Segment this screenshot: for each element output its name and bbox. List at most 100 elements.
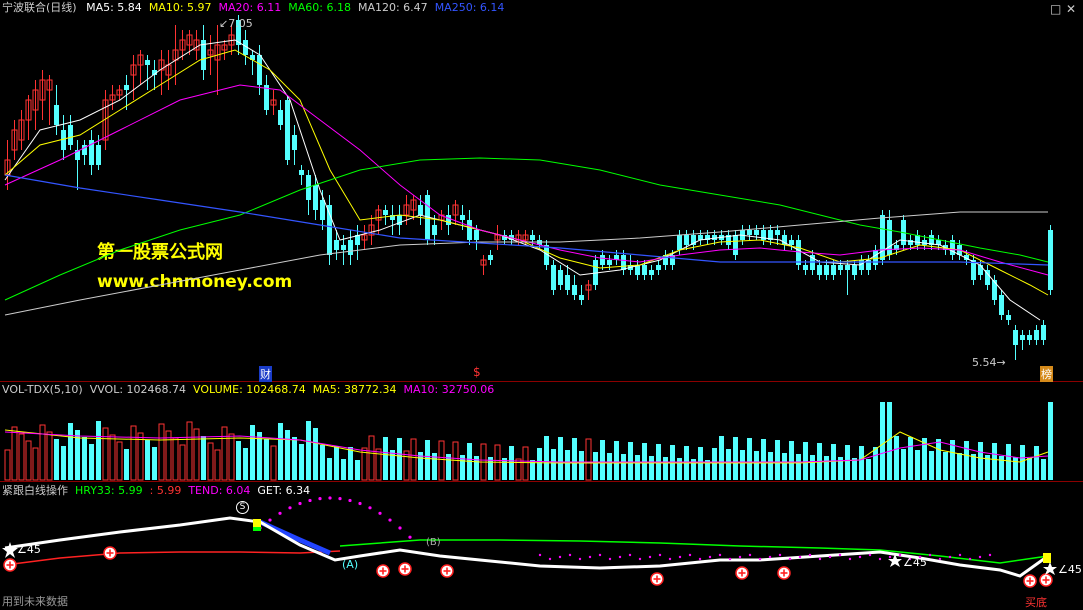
- volume-bar: [250, 425, 255, 480]
- tend-dot: [838, 553, 842, 557]
- tend-dot: [268, 518, 272, 522]
- angle-label-right: ∠45: [1058, 563, 1082, 576]
- volume-bar: [593, 452, 598, 480]
- ma5-line: [4, 39, 1041, 321]
- volume-bar: [152, 447, 157, 480]
- volume-bar: [179, 444, 186, 481]
- candle-body: [278, 110, 283, 125]
- tend-dot: [558, 555, 562, 559]
- volume-bar: [320, 445, 325, 480]
- volume-bar: [649, 456, 654, 480]
- volume-bar: [292, 437, 297, 480]
- candle-body: [831, 265, 836, 275]
- volume-bar: [172, 437, 179, 481]
- volume-bar: [89, 444, 94, 480]
- volume-bar: [102, 427, 109, 481]
- rank-marker[interactable]: 榜: [1040, 366, 1053, 382]
- tend-dot: [858, 555, 862, 559]
- candle-body: [96, 145, 101, 165]
- candle-body: [292, 135, 297, 150]
- candle-body: [1020, 335, 1025, 340]
- candle-body: [684, 235, 689, 245]
- tend-dot: [748, 553, 752, 557]
- volume-bar: [873, 447, 878, 480]
- candle-body: [488, 255, 493, 260]
- candle-body: [460, 215, 465, 220]
- volume-bar: [201, 436, 206, 480]
- volume-bar: [425, 440, 430, 480]
- candle-body: [551, 265, 556, 290]
- signal-a-label: (A): [342, 558, 359, 571]
- volume-bar: [522, 446, 529, 481]
- volume-bar: [207, 442, 214, 481]
- candle-body: [467, 220, 472, 240]
- tend-dot: [368, 506, 372, 510]
- volume-bar: [11, 426, 18, 481]
- candle-body: [320, 200, 325, 220]
- candle-body: [838, 265, 843, 270]
- volume-bar: [677, 458, 682, 480]
- volume-bar: [214, 449, 221, 481]
- high-price-annotation: ↙7.05: [219, 17, 253, 30]
- candle-body: [873, 250, 878, 265]
- volume-bar: [403, 450, 410, 481]
- tend-dot: [348, 498, 352, 503]
- volume-bar: [964, 441, 969, 480]
- volume-bar: [109, 434, 116, 481]
- candle-body: [607, 260, 612, 265]
- volume-bar: [502, 458, 507, 480]
- volume-bar: [4, 449, 11, 481]
- volume-bar: [116, 441, 123, 481]
- tend-dot: [638, 557, 642, 561]
- candle-body: [530, 235, 535, 240]
- candle-body: [1041, 325, 1046, 340]
- tend-dot: [678, 555, 682, 559]
- volume-bar: [740, 450, 745, 480]
- volume-bar: [915, 450, 920, 480]
- star-marker: [1043, 562, 1057, 575]
- tend-dot: [338, 497, 342, 501]
- volume-bar: [565, 450, 570, 480]
- volume-bar: [243, 448, 248, 480]
- signal-b-label: (B): [426, 537, 441, 548]
- volume-bar: [46, 431, 53, 481]
- volume-bar: [992, 443, 997, 480]
- volume-bar: [145, 440, 150, 480]
- volume-bar: [264, 439, 269, 480]
- volume-bar: [572, 438, 577, 480]
- volume-bar: [733, 437, 738, 480]
- tend-dot: [868, 553, 872, 557]
- volume-bar: [228, 433, 235, 481]
- volume-bar: [452, 441, 459, 481]
- dollar-marker[interactable]: $: [473, 365, 481, 379]
- candle-body: [747, 230, 752, 235]
- volume-bar: [810, 455, 815, 480]
- volume-bar: [438, 440, 445, 481]
- tend-dot: [778, 553, 782, 557]
- volume-bar: [368, 435, 375, 481]
- signal-s-label: S: [236, 501, 249, 514]
- candle-body: [677, 235, 682, 250]
- volume-bar: [635, 455, 640, 480]
- volume-bar: [278, 423, 283, 480]
- candle-body: [992, 280, 997, 300]
- volume-bar: [25, 440, 32, 481]
- candle-body: [754, 230, 759, 235]
- tend-dot: [388, 518, 392, 522]
- volume-bar: [130, 425, 137, 481]
- candle-body: [285, 100, 290, 160]
- candle-body: [852, 265, 857, 275]
- volume-bar: [32, 447, 39, 481]
- tend-dot: [798, 555, 802, 559]
- volume-bar: [768, 452, 773, 480]
- angle-label-mid: ∠45: [903, 556, 927, 569]
- volume-bar: [544, 436, 549, 480]
- kline-chart[interactable]: [0, 0, 1083, 608]
- volume-bar: [894, 436, 899, 480]
- candle-body: [1034, 330, 1039, 340]
- get-white-line: [4, 516, 1049, 578]
- hry33-red-line: [4, 550, 341, 566]
- tend-dot: [568, 553, 572, 557]
- tend-dot: [628, 553, 632, 557]
- finance-marker[interactable]: 财: [259, 366, 272, 382]
